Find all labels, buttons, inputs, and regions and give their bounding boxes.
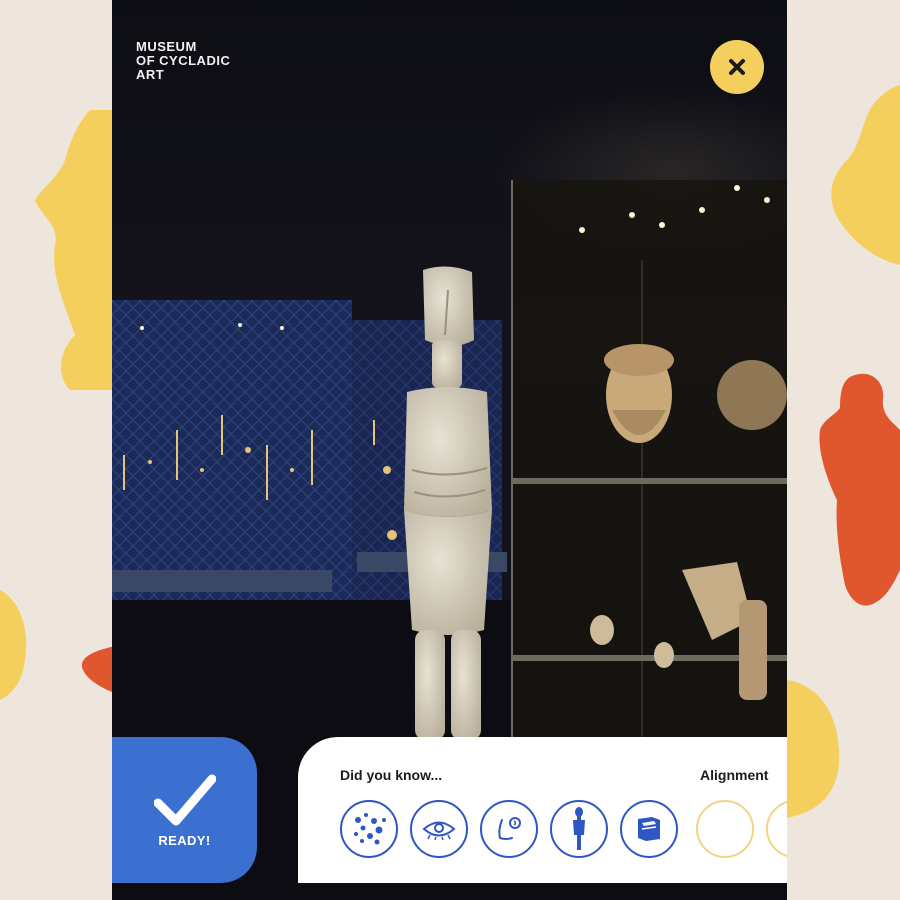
ear-button[interactable] [480,800,538,858]
logo-line-2: OF CYCLADIC [136,53,231,68]
close-button[interactable] [710,40,764,94]
islands-map-button[interactable] [340,800,398,858]
alignment-slot-2[interactable] [766,800,787,858]
figurine-button[interactable] [550,800,608,858]
checkmark-icon [153,774,216,825]
museum-logo: MUSEUM OF CYCLADIC ART [136,40,230,82]
info-card: Did you know... Alignment [298,737,787,883]
ready-button[interactable]: READY! [112,737,257,883]
close-icon [729,59,745,75]
eye-icon [422,821,456,840]
ready-label: READY! [158,832,211,848]
islands-map-icon [354,813,386,845]
book-button[interactable] [620,800,678,858]
ear-icon [498,817,521,840]
right-yellow-bottom-shape [787,680,840,818]
eye-button[interactable] [410,800,468,858]
book-icon [638,817,660,841]
alignment-slot-1[interactable] [696,800,754,858]
figurine-icon [573,807,585,850]
logo-line-1: MUSEUM [136,39,197,54]
right-orange-figure-shape [819,373,900,606]
left-yellow-partial-shape [0,590,27,700]
left-yellow-vase-shape [35,110,120,390]
museum-photo-panel: MUSEUM OF CYCLADIC ART READY! Did you kn… [112,0,787,900]
right-yellow-top-shape [831,85,900,265]
did-you-know-label: Did you know... [340,767,443,783]
logo-line-3: ART [136,67,165,82]
alignment-label: Alignment [700,767,769,783]
